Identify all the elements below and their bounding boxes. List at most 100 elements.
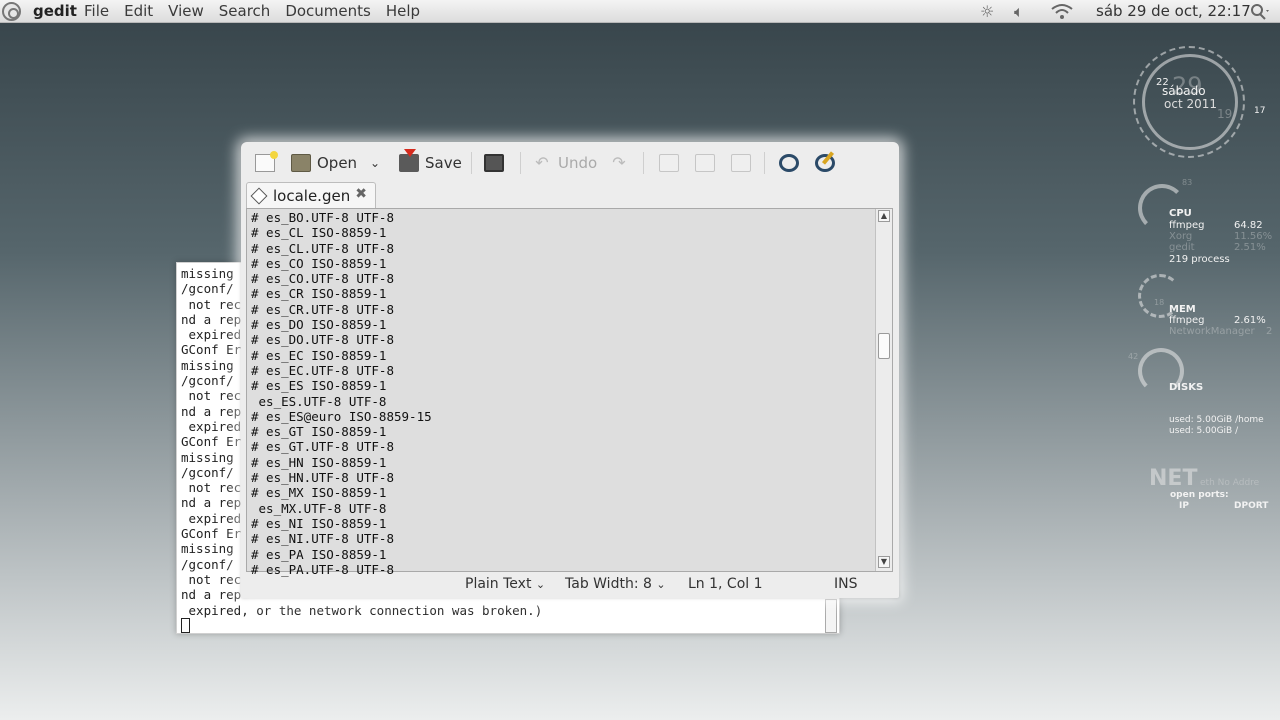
- editor-line[interactable]: # es_ES ISO-8859-1: [251, 378, 432, 393]
- chevron-down-icon: ⌄: [370, 156, 381, 170]
- conky-clock-widget: 29 22 sábado oct 2011 19 17: [1128, 42, 1265, 162]
- editor-line[interactable]: # es_CL.UTF-8 UTF-8: [251, 241, 432, 256]
- net-label: NET: [1149, 466, 1198, 491]
- redo-icon: ↷: [612, 153, 626, 172]
- editor-line[interactable]: # es_EC ISO-8859-1: [251, 348, 432, 363]
- menu-edit[interactable]: Edit: [124, 2, 153, 20]
- editor-line[interactable]: # es_EC.UTF-8 UTF-8: [251, 363, 432, 378]
- clock-day-name: sábado: [1162, 84, 1206, 98]
- app-name: gedit: [33, 2, 77, 20]
- editor-line[interactable]: # es_HN.UTF-8 UTF-8: [251, 470, 432, 485]
- power-icon[interactable]: [1249, 3, 1271, 20]
- mem-proc-value: 2: [1266, 326, 1273, 337]
- status-bar: Plain Text ⌄ Tab Width: 8 ⌄ Ln 1, Col 1 …: [241, 574, 899, 598]
- toolbar-separator: [764, 152, 765, 174]
- mem-proc-name: NetworkManager: [1169, 326, 1255, 337]
- menu-view[interactable]: View: [168, 2, 204, 20]
- scroll-down-icon[interactable]: ▼: [878, 556, 890, 568]
- undo-button[interactable]: ↶ Undo: [532, 151, 597, 175]
- find-button[interactable]: [779, 151, 805, 175]
- editor-line[interactable]: es_ES.UTF-8 UTF-8: [251, 394, 432, 409]
- editor-line[interactable]: # es_HN ISO-8859-1: [251, 455, 432, 470]
- terminal-scrollbar[interactable]: [825, 599, 837, 633]
- scissors-icon: [659, 154, 679, 172]
- mem-value: 18: [1154, 298, 1165, 307]
- tab-title: locale.gen: [273, 186, 351, 205]
- cpu-label: CPU: [1169, 208, 1192, 219]
- editor-line[interactable]: # es_NI.UTF-8 UTF-8: [251, 531, 432, 546]
- editor-line[interactable]: # es_MX ISO-8859-1: [251, 485, 432, 500]
- document-icon: [250, 187, 268, 204]
- menu-help[interactable]: Help: [386, 2, 420, 20]
- cursor-position: Ln 1, Col 1: [688, 576, 763, 592]
- copy-button[interactable]: [695, 151, 721, 175]
- editor-line[interactable]: es_MX.UTF-8 UTF-8: [251, 501, 432, 516]
- toolbar-separator: [643, 152, 644, 174]
- chevron-down-icon: ⌄: [535, 578, 546, 591]
- panel-clock[interactable]: sáb 29 de oct, 22:17: [1096, 2, 1251, 20]
- editor-line[interactable]: # es_BO.UTF-8 UTF-8: [251, 210, 432, 225]
- editor-line[interactable]: # es_GT.UTF-8 UTF-8: [251, 439, 432, 454]
- net-dport-header: DPORT: [1234, 501, 1269, 511]
- toolbar-separator: [471, 152, 472, 174]
- printer-icon: [484, 154, 504, 172]
- print-button[interactable]: [484, 151, 510, 175]
- editor-line[interactable]: # es_CL ISO-8859-1: [251, 225, 432, 240]
- cpu-proc-name: Xorg: [1169, 231, 1193, 242]
- menu-search[interactable]: Search: [219, 2, 271, 20]
- paste-button[interactable]: [731, 151, 757, 175]
- open-label: Open: [317, 154, 358, 172]
- find-replace-button[interactable]: [815, 151, 841, 175]
- new-document-icon: [255, 151, 278, 172]
- cut-button[interactable]: [659, 151, 685, 175]
- scroll-up-icon[interactable]: ▲: [878, 210, 890, 222]
- copy-icon: [695, 154, 715, 172]
- editor-line[interactable]: # es_DO ISO-8859-1: [251, 317, 432, 332]
- editor-line[interactable]: # es_DO.UTF-8 UTF-8: [251, 332, 432, 347]
- editor-line[interactable]: # es_CR.UTF-8 UTF-8: [251, 302, 432, 317]
- volume-icon[interactable]: 🔈︎: [1014, 2, 1024, 22]
- clock-minute: 19: [1217, 107, 1233, 121]
- editor-line[interactable]: # es_CR ISO-8859-1: [251, 286, 432, 301]
- net-open-ports: open ports:: [1170, 490, 1229, 500]
- conky-disks-widget: 42 DISKS used: 5.00GiB /home used: 5.00G…: [1126, 342, 1276, 442]
- scroll-thumb[interactable]: [878, 333, 890, 359]
- save-icon: [399, 149, 419, 172]
- editor-line[interactable]: # es_PA ISO-8859-1: [251, 547, 432, 562]
- undo-icon: ↶: [535, 153, 549, 172]
- save-button[interactable]: Save: [399, 149, 462, 175]
- mem-proc-value: 2.61%: [1234, 315, 1266, 326]
- menu-documents[interactable]: Documents: [285, 2, 371, 20]
- mem-proc-name: ffmpeg: [1169, 315, 1205, 326]
- editor-line[interactable]: # es_GT ISO-8859-1: [251, 424, 432, 439]
- text-editor[interactable]: # es_BO.UTF-8 UTF-8 # es_CL ISO-8859-1 # e…: [246, 208, 893, 577]
- editor-content: # es_BO.UTF-8 UTF-8 # es_CL ISO-8859-1 # e…: [251, 210, 432, 577]
- menu-bar: File Edit View Search Documents Help: [84, 2, 435, 20]
- editor-line[interactable]: # es_CO ISO-8859-1: [251, 256, 432, 271]
- new-button[interactable]: [255, 151, 281, 175]
- gedit-window: Open ⌄ Save ↶ Undo ↷ locale.gen ✖ # es_B…: [241, 142, 899, 598]
- cpu-proc-value: 64.82: [1234, 220, 1263, 231]
- open-button[interactable]: Open: [291, 151, 357, 175]
- tab-locale-gen[interactable]: locale.gen ✖: [246, 182, 376, 208]
- editor-scrollbar[interactable]: ▲ ▼: [875, 209, 892, 571]
- redo-button[interactable]: ↷: [609, 151, 635, 175]
- cpu-proc-name: ffmpeg: [1169, 220, 1205, 231]
- brightness-icon[interactable]: ☼: [980, 2, 994, 21]
- editor-line[interactable]: # es_CO.UTF-8 UTF-8: [251, 271, 432, 286]
- close-icon[interactable]: ✖: [355, 186, 367, 202]
- open-recent-dropdown[interactable]: ⌄: [370, 151, 380, 175]
- tab-width-selector[interactable]: Tab Width: 8 ⌄: [565, 576, 666, 592]
- editor-line[interactable]: # es_NI ISO-8859-1: [251, 516, 432, 531]
- wifi-icon[interactable]: [1050, 3, 1074, 20]
- mem-label: MEM: [1169, 304, 1196, 315]
- ubuntu-logo-icon[interactable]: [2, 2, 21, 21]
- language-selector[interactable]: Plain Text ⌄: [465, 576, 545, 592]
- disks-value: 42: [1128, 352, 1139, 361]
- menu-file[interactable]: File: [84, 2, 109, 20]
- conky-mem-widget: 18 MEM ffmpeg 2.61% NetworkManager 2: [1136, 270, 1276, 340]
- disk-usage-root: used: 5.00GiB /: [1169, 426, 1239, 436]
- save-label: Save: [425, 154, 462, 172]
- editor-line[interactable]: # es_ES@euro ISO-8859-15: [251, 409, 432, 424]
- terminal-cursor: [181, 618, 190, 633]
